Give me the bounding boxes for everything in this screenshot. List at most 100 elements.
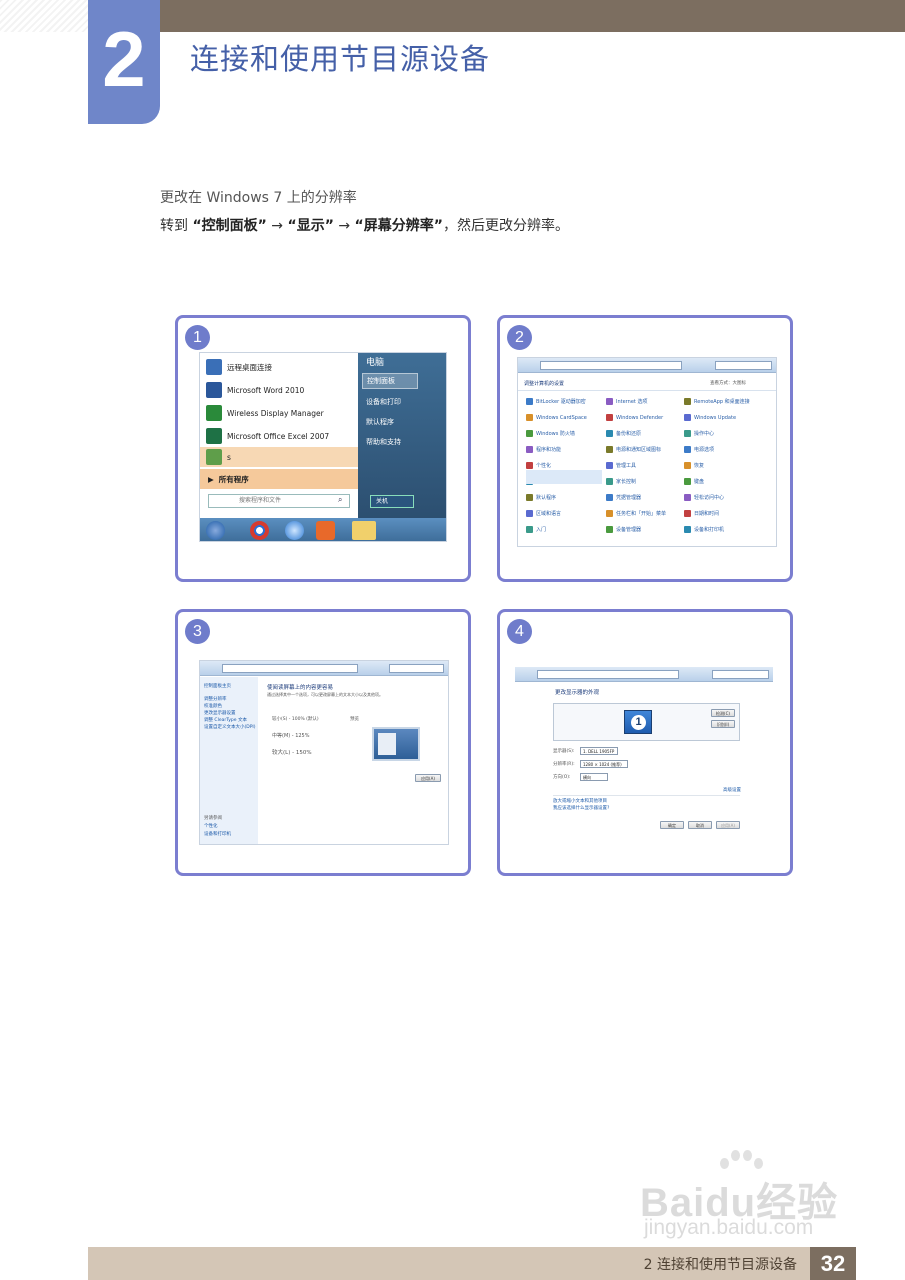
cp-item-icon (526, 446, 533, 453)
cp-item[interactable]: 默认程序 (526, 494, 556, 501)
all-programs-item[interactable]: ▶ 所有程序 (200, 469, 358, 489)
orientation-select[interactable]: 横向 (580, 773, 608, 781)
cp-item[interactable]: Windows CardSpace (526, 414, 587, 421)
apply-button[interactable]: 应用(A) (415, 774, 441, 782)
search-box[interactable] (712, 670, 769, 679)
word-icon (206, 382, 222, 398)
address-bar[interactable] (540, 361, 682, 370)
shutdown-button[interactable]: 关机 (370, 495, 414, 508)
right-item-control-panel[interactable]: 控制面板 (362, 373, 418, 389)
cp-item[interactable]: 区域和语言 (526, 510, 561, 517)
monitor-area: 1 检测(C) 识别(I) (553, 703, 740, 741)
right-item[interactable]: 电脑 (366, 355, 384, 368)
side-link[interactable]: 调整 ClearType 文本 (204, 717, 247, 723)
cp-item[interactable]: 备份和还原 (606, 430, 641, 437)
ok-button[interactable]: 确定 (660, 821, 684, 829)
cp-item[interactable]: 个性化 (526, 462, 551, 469)
right-item[interactable]: 设备和打印 (366, 397, 401, 407)
cp-item[interactable]: 设备管理器 (606, 526, 641, 533)
search-box[interactable] (389, 664, 444, 673)
cp-item[interactable]: 凭据管理器 (606, 494, 641, 501)
resolution-select[interactable]: 1280 × 1024 (推荐) (580, 760, 628, 768)
side-link[interactable]: 校准颜色 (204, 703, 222, 709)
see-also: 另请参阅 (204, 816, 222, 821)
cp-item[interactable]: 恢复 (684, 462, 704, 469)
step-panel-4: 4 更改显示器的外观 1 检测(C) 识别(I) 显示器(S): 1. DELL… (497, 609, 793, 876)
window-chrome (200, 661, 448, 676)
start-item-label: s (227, 452, 231, 462)
cp-view[interactable]: 查看方式：大图标 (710, 380, 746, 386)
cp-item[interactable]: BitLocker 驱动器加密 (526, 398, 586, 405)
side-link[interactable]: 控制面板主页 (204, 683, 231, 689)
cp-item[interactable]: 键盘 (684, 478, 704, 485)
help-link[interactable]: 我应该选择什么显示器设置? (553, 805, 609, 811)
cp-item[interactable]: 任务栏和「开始」菜单 (606, 510, 666, 517)
cp-item-icon (526, 430, 533, 437)
cp-item[interactable]: 电源选项 (684, 446, 714, 453)
search-input[interactable]: 搜索程序和文件 (208, 494, 350, 508)
resolution-screenshot: 更改显示器的外观 1 检测(C) 识别(I) 显示器(S): 1. DELL 1… (515, 667, 773, 832)
cp-item-icon (684, 446, 691, 453)
apply-button[interactable]: 应用(A) (716, 821, 740, 829)
cp-item[interactable]: Windows Update (684, 414, 736, 421)
cp-item[interactable]: 设备和打印机 (684, 526, 724, 533)
display-label: 显示器(S): (553, 749, 575, 754)
address-bar[interactable] (537, 670, 679, 679)
folder-icon[interactable] (352, 521, 376, 540)
page-number: 32 (810, 1247, 856, 1280)
start-item[interactable]: s (200, 447, 358, 467)
search-box[interactable] (715, 361, 772, 370)
divider (553, 795, 740, 796)
cp-item-icon (526, 510, 533, 517)
cp-item[interactable]: 操作中心 (684, 430, 714, 437)
cp-item[interactable]: Windows 防火墙 (526, 430, 575, 437)
cp-item[interactable]: 日期和时间 (684, 510, 719, 517)
side-link[interactable]: 个性化 (204, 823, 218, 829)
side-link[interactable]: 设备和打印机 (204, 831, 231, 837)
cp-item[interactable]: 电源和通知区域图标 (606, 446, 661, 453)
start-item[interactable]: Microsoft Word 2010 (206, 380, 304, 400)
media-icon[interactable] (316, 521, 335, 540)
start-item[interactable]: Wireless Display Manager (206, 403, 324, 423)
monitor-icon[interactable]: 1 (624, 710, 652, 734)
cancel-button[interactable]: 取消 (688, 821, 712, 829)
cp-item[interactable]: 家长控制 (606, 478, 636, 485)
start-item[interactable]: Microsoft Office Excel 2007 (206, 426, 329, 446)
cp-item-icon (526, 494, 533, 501)
cp-item-label: 任务栏和「开始」菜单 (616, 511, 667, 517)
side-link[interactable]: 调整分辨率 (204, 696, 227, 702)
side-link[interactable]: 设置自定义文本大小(DPI) (204, 724, 256, 730)
chrome-icon[interactable] (250, 521, 269, 540)
cp-item-label: 区域和语言 (536, 511, 562, 517)
cp-header: 调整计算机的设置 (524, 381, 565, 387)
cp-item[interactable]: 入门 (526, 526, 546, 533)
cp-item[interactable]: 程序和功能 (526, 446, 561, 453)
intro-suffix: ，然后更改分辨率。 (442, 218, 569, 234)
step-panel-2: 2 调整计算机的设置 查看方式：大图标 BitLocker 驱动器加密 Windo… (497, 315, 793, 582)
option-small[interactable]: 较小(S) - 100% (默认) (272, 716, 319, 722)
header-stripe (0, 0, 90, 32)
cp-item[interactable]: RemoteApp 和桌面连接 (684, 398, 750, 405)
text-size-link[interactable]: 放大或缩小文本和其他项目 (553, 798, 607, 804)
cp-item[interactable]: 轻松访问中心 (684, 494, 724, 501)
cp-item-icon (684, 430, 691, 437)
option-large[interactable]: 较大(L) - 150% (272, 748, 312, 756)
advanced-link[interactable]: 高级设置 (723, 787, 741, 793)
side-link[interactable]: 更改显示器设置 (204, 710, 236, 716)
detect-button[interactable]: 检测(C) (711, 709, 735, 717)
ie-icon[interactable] (285, 521, 304, 540)
cp-item[interactable]: Windows Defender (606, 414, 663, 421)
cp-item[interactable]: Internet 选项 (606, 398, 647, 405)
start-item[interactable]: 远程桌面连接 (206, 357, 272, 377)
right-item[interactable]: 帮助和支持 (366, 437, 401, 447)
start-orb-icon[interactable] (206, 521, 225, 540)
display-select[interactable]: 1. DELL 1905FP (580, 747, 618, 755)
identify-button[interactable]: 识别(I) (711, 720, 735, 728)
cp-item[interactable]: 管理工具 (606, 462, 636, 469)
address-bar[interactable] (222, 664, 359, 673)
step-badge: 4 (507, 619, 532, 644)
option-medium[interactable]: 中等(M) - 125% (272, 732, 310, 739)
search-icon[interactable]: ⌕ (338, 495, 342, 505)
right-item[interactable]: 默认程序 (366, 417, 394, 427)
step-control-panel: “控制面板” (192, 218, 267, 234)
